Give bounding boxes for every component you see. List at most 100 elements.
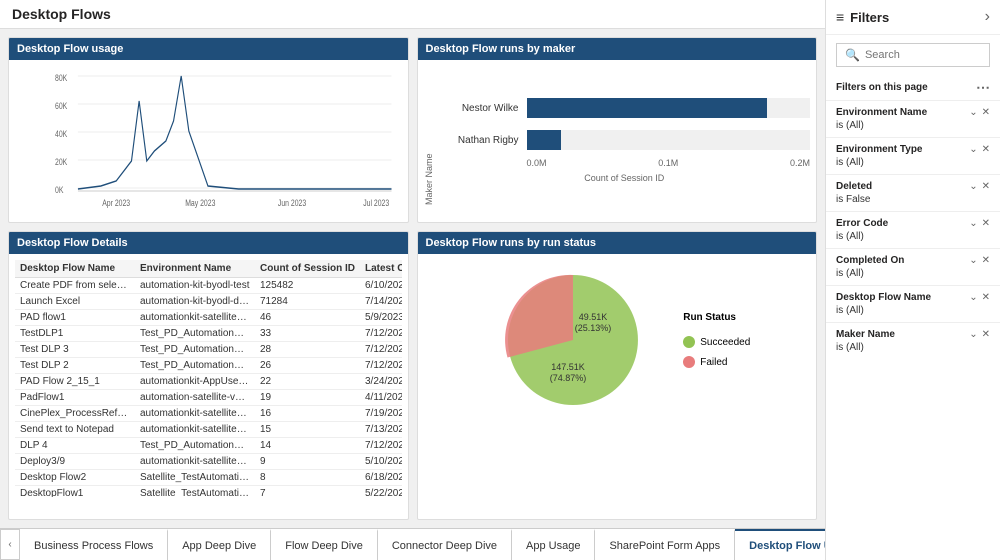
table-row: TestDLP1Test_PD_AutomationKit_Satellite3…	[15, 326, 402, 342]
table-cell-13-1: Satellite_TestAutomationKIT	[135, 486, 255, 498]
legend-title: Run Status	[683, 312, 750, 323]
table-cell-12-1: Satellite_TestAutomationKIT	[135, 470, 255, 486]
tab-4[interactable]: App Usage	[512, 529, 595, 560]
filter-value-2: is False	[836, 194, 990, 205]
table-cell-13-3: 5/22/2023 1:45:56 PM	[360, 486, 402, 498]
table-cell-9-3: 7/13/2023 4:30:51 AM	[360, 422, 402, 438]
filters-header: ≡ Filters ›	[826, 0, 1000, 35]
table-row: PadFlow1automation-satellite-validation1…	[15, 390, 402, 406]
filter-name-5: Desktop Flow Name	[836, 292, 931, 303]
table-cell-3-1: Test_PD_AutomationKit_Satellite	[135, 326, 255, 342]
filter-item-2: Deleted ⌄ ✕ is False	[826, 174, 1000, 211]
filters-more-button[interactable]: ⋯	[976, 79, 990, 96]
filter-chevron-4[interactable]: ⌄	[969, 255, 977, 266]
pie-container: 49.51K (25.13%) 147.51K (74.87%) Run Sta…	[424, 260, 811, 420]
page-title: Desktop Flows	[12, 6, 813, 22]
table-row: Send text to Notepadautomationkit-satell…	[15, 422, 402, 438]
table-cell-5-0: Test DLP 2	[15, 358, 135, 374]
table-wrapper[interactable]: Desktop Flow Name Environment Name Count…	[15, 260, 402, 497]
maker-row-1: Nathan Rigby	[439, 130, 811, 150]
table-cell-11-3: 5/10/2023 5:58:05 AM	[360, 454, 402, 470]
filter-search-input[interactable]	[865, 49, 1000, 61]
filter-clear-2[interactable]: ✕	[982, 181, 990, 192]
filters-panel: ≡ Filters › 🔍 Filters on this page ⋯ Env…	[825, 0, 1000, 560]
tab-6[interactable]: Desktop Flow Usage	[735, 529, 825, 560]
filter-chevron-5[interactable]: ⌄	[969, 292, 977, 303]
table-cell-2-2: 46	[255, 310, 360, 326]
filter-name-1: Environment Type	[836, 144, 923, 155]
table-cell-2-3: 5/9/2023 12:04:44 PM	[360, 310, 402, 326]
table-cell-5-3: 7/12/2023 5:21:34 AM	[360, 358, 402, 374]
filter-search-box[interactable]: 🔍	[836, 43, 990, 67]
table-row: Test DLP 2Test_PD_AutomationKit_Satellit…	[15, 358, 402, 374]
filter-value-1: is (All)	[836, 157, 990, 168]
table-cell-4-1: Test_PD_AutomationKit_Satellite	[135, 342, 255, 358]
table-cell-5-1: Test_PD_AutomationKit_Satellite	[135, 358, 255, 374]
table-cell-4-2: 28	[255, 342, 360, 358]
filter-clear-3[interactable]: ✕	[982, 218, 990, 229]
col-header-0: Desktop Flow Name	[15, 260, 135, 278]
maker-x-tick-0: 0.0M	[527, 158, 547, 168]
filter-clear-5[interactable]: ✕	[982, 292, 990, 303]
legend-item-failed: Failed	[683, 356, 750, 368]
maker-x-tick-2: 0.2M	[790, 158, 810, 168]
filters-close-button[interactable]: ›	[985, 8, 990, 26]
table-row: Create PDF from selected PDF page(s) - C…	[15, 278, 402, 294]
table-cell-12-3: 6/18/2023 10:30:24 AM	[360, 470, 402, 486]
usage-svg: 80K 60K 40K 20K 0K	[55, 71, 392, 211]
svg-text:May 2023: May 2023	[185, 198, 216, 208]
svg-text:60K: 60K	[55, 101, 68, 111]
table-cell-13-2: 7	[255, 486, 360, 498]
maker-bar-1	[527, 130, 561, 150]
table-cell-7-0: PadFlow1	[15, 390, 135, 406]
main-container: Desktop Flows Desktop Flow usage 80K 60K…	[0, 0, 1000, 560]
maker-x-ticks: 0.0M 0.1M 0.2M	[439, 158, 811, 168]
tab-0[interactable]: Business Process Flows	[20, 529, 168, 560]
filter-clear-0[interactable]: ✕	[982, 107, 990, 118]
table-cell-4-0: Test DLP 3	[15, 342, 135, 358]
filter-chevron-3[interactable]: ⌄	[969, 218, 977, 229]
table-cell-6-0: PAD Flow 2_15_1	[15, 374, 135, 390]
table-row: DLP 4Test_PD_AutomationKit_Satellite147/…	[15, 438, 402, 454]
table-row: Deploy3/9automationkit-satellite-dev95/1…	[15, 454, 402, 470]
usage-panel-header: Desktop Flow usage	[9, 38, 408, 60]
table-cell-1-3: 7/14/2023 6:09:13 PM	[360, 294, 402, 310]
filter-chevron-0[interactable]: ⌄	[969, 107, 977, 118]
svg-text:49.51K: 49.51K	[579, 312, 608, 322]
table-cell-1-1: automation-kit-byodl-demo	[135, 294, 255, 310]
table-cell-9-0: Send text to Notepad	[15, 422, 135, 438]
table-cell-0-0: Create PDF from selected PDF page(s) - C…	[15, 278, 135, 294]
details-panel: Desktop Flow Details Desktop Flow Name E…	[8, 231, 409, 520]
filter-clear-4[interactable]: ✕	[982, 255, 990, 266]
table-cell-12-0: Desktop Flow2	[15, 470, 135, 486]
maker-row-0: Nestor Wilke	[439, 98, 811, 118]
filters-title: Filters	[850, 10, 889, 25]
table-cell-11-2: 9	[255, 454, 360, 470]
filter-items-container: Environment Name⌄✕is (All)Environment Ty…	[826, 100, 1000, 359]
filter-chevron-1[interactable]: ⌄	[969, 144, 977, 155]
table-cell-6-2: 22	[255, 374, 360, 390]
maker-bar-wrap-0	[527, 98, 811, 118]
maker-title: Desktop Flow runs by maker	[426, 43, 576, 55]
table-cell-2-1: automationkit-satellite-dev	[135, 310, 255, 326]
filter-item-6: Maker Name⌄✕is (All)	[826, 322, 1000, 359]
filter-chevron-2[interactable]: ⌄	[969, 181, 977, 192]
tab-1[interactable]: App Deep Dive	[168, 529, 271, 560]
usage-chart: 80K 60K 40K 20K 0K	[15, 66, 402, 216]
tab-3[interactable]: Connector Deep Dive	[378, 529, 512, 560]
filter-item-5: Desktop Flow Name⌄✕is (All)	[826, 285, 1000, 322]
filter-item-4: Completed On⌄✕is (All)	[826, 248, 1000, 285]
tab-nav-left[interactable]: ‹	[0, 529, 20, 560]
tab-2[interactable]: Flow Deep Dive	[271, 529, 378, 560]
table-cell-12-2: 8	[255, 470, 360, 486]
maker-bar-wrap-1	[527, 130, 811, 150]
maker-chart-inner: Nestor Wilke Nathan Rigby	[439, 71, 811, 205]
tab-5[interactable]: SharePoint Form Apps	[595, 529, 735, 560]
table-row: Test DLP 3Test_PD_AutomationKit_Satellit…	[15, 342, 402, 358]
filter-name-2: Deleted	[836, 181, 872, 192]
filter-clear-6[interactable]: ✕	[982, 329, 990, 340]
table-header-row: Desktop Flow Name Environment Name Count…	[15, 260, 402, 278]
filter-value-6: is (All)	[836, 342, 990, 353]
filter-clear-1[interactable]: ✕	[982, 144, 990, 155]
filter-chevron-6[interactable]: ⌄	[969, 329, 977, 340]
